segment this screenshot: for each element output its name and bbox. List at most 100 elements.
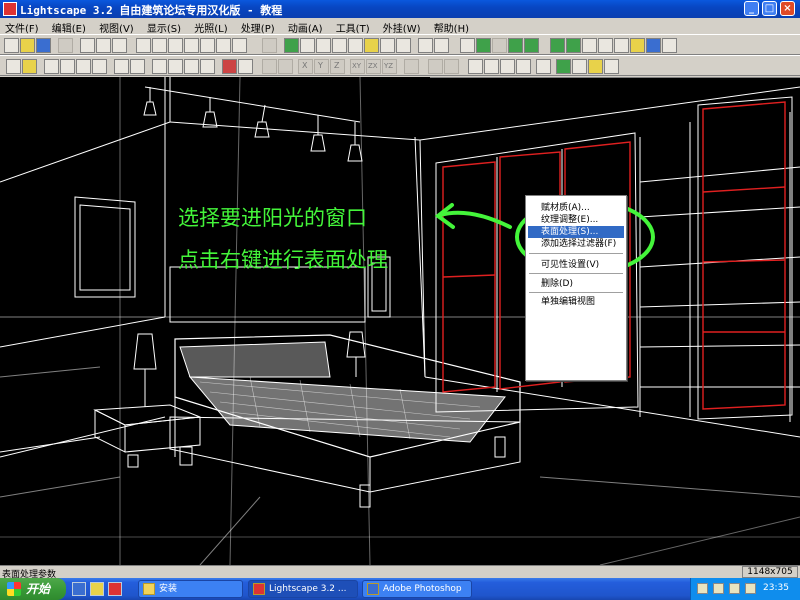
green-cube-icon[interactable] [508, 38, 523, 53]
pencil-icon[interactable] [598, 38, 613, 53]
open-folder-icon[interactable] [20, 38, 35, 53]
menu-file[interactable]: 文件(F) [0, 18, 44, 35]
quicklaunch-folder-icon[interactable] [90, 582, 104, 596]
material-icon[interactable] [566, 38, 581, 53]
pan-icon[interactable] [348, 38, 363, 53]
zoom-icon[interactable] [332, 38, 347, 53]
context-menu-delete[interactable]: 删除(D) [528, 278, 624, 290]
translate-icon[interactable] [262, 59, 277, 74]
menu-light[interactable]: 光照(L) [189, 18, 232, 35]
light-icon[interactable] [614, 38, 629, 53]
add-vertex-icon[interactable] [222, 59, 237, 74]
sun-icon[interactable] [630, 38, 645, 53]
zoom-in-icon[interactable] [300, 38, 315, 53]
run-icon[interactable] [500, 59, 515, 74]
tray-icon-1[interactable] [697, 583, 708, 594]
lightscape-app-icon[interactable] [3, 2, 17, 16]
cube-view-5-icon[interactable] [216, 38, 231, 53]
context-menu-visibility[interactable]: 可见性设置(V) [528, 259, 624, 271]
task-install[interactable]: 安装 [138, 580, 243, 598]
menu-view[interactable]: 视图(V) [94, 18, 139, 35]
layers-icon[interactable] [582, 38, 597, 53]
arrow-right-icon[interactable] [444, 59, 459, 74]
minimize-button[interactable]: _ [744, 1, 759, 16]
layer-2-icon[interactable] [572, 59, 587, 74]
save-icon[interactable] [36, 38, 51, 53]
quicklaunch-ie-icon[interactable] [72, 582, 86, 596]
zoom-all-icon[interactable] [418, 38, 433, 53]
menu-tools[interactable]: 工具(T) [331, 18, 375, 35]
zoom-out-icon[interactable] [434, 38, 449, 53]
clock[interactable]: 23:35 [763, 583, 789, 593]
cube-view-3-icon[interactable] [184, 38, 199, 53]
rotate-icon[interactable] [380, 38, 395, 53]
context-menu-edit-view[interactable]: 单独编辑视图 [528, 296, 624, 308]
plane-yz-button[interactable]: YZ [382, 59, 397, 74]
height-icon[interactable] [536, 59, 551, 74]
orbit-icon[interactable] [396, 38, 411, 53]
globe-icon[interactable] [646, 38, 661, 53]
context-menu-surface-processing[interactable]: 表面处理(S)... [528, 226, 624, 238]
tray-icon-2[interactable] [713, 583, 724, 594]
maximize-button[interactable]: □ [762, 1, 777, 16]
move-icon[interactable] [152, 59, 167, 74]
menu-plugins[interactable]: 外挂(W) [378, 18, 426, 35]
wireframe-icon[interactable] [460, 38, 475, 53]
select-light-icon[interactable] [22, 59, 37, 74]
menu-animation[interactable]: 动画(A) [283, 18, 328, 35]
copy-icon[interactable] [114, 59, 129, 74]
scale-icon[interactable] [200, 59, 215, 74]
paste-icon[interactable] [130, 59, 145, 74]
select-block-icon[interactable] [92, 59, 107, 74]
select-window-icon[interactable] [60, 59, 75, 74]
fly-icon[interactable] [484, 59, 499, 74]
context-menu-add-filter[interactable]: 添加选择过滤器(F) [528, 238, 624, 250]
camera-icon[interactable] [516, 59, 531, 74]
arrow-left-icon[interactable] [428, 59, 443, 74]
tray-volume-icon[interactable] [745, 583, 756, 594]
menu-display[interactable]: 显示(S) [142, 18, 186, 35]
render-icon[interactable] [662, 38, 677, 53]
mirror-icon[interactable] [184, 59, 199, 74]
snap-icon[interactable] [238, 59, 253, 74]
menu-process[interactable]: 处理(P) [236, 18, 280, 35]
layer-1-icon[interactable] [556, 59, 571, 74]
print-icon[interactable] [80, 38, 95, 53]
plane-zx-button[interactable]: ZX [366, 59, 381, 74]
title-bar[interactable]: Lightscape 3.2 自由建筑论坛专用汉化版 - 教程 _ □ × [0, 0, 800, 18]
plane-xy-button[interactable]: XY [350, 59, 365, 74]
solid-icon[interactable] [476, 38, 491, 53]
align-icon[interactable] [404, 59, 419, 74]
axis-z-button[interactable]: Z [330, 59, 345, 74]
context-help-icon[interactable] [112, 38, 127, 53]
tray-icon-3[interactable] [729, 583, 740, 594]
select-object-icon[interactable] [44, 59, 59, 74]
texture-icon[interactable] [550, 38, 565, 53]
axis-x-button[interactable]: X [298, 59, 313, 74]
measure-icon[interactable] [364, 38, 379, 53]
menu-help[interactable]: 帮助(H) [429, 18, 474, 35]
rotate-axis-icon[interactable] [278, 59, 293, 74]
close-button[interactable]: × [780, 1, 795, 16]
cube-view-6-icon[interactable] [232, 38, 247, 53]
3d-viewport[interactable]: 选择要进阳光的窗口 点击右键进行表面处理 赋材质(A)... 纹理调整(E)..… [0, 77, 800, 565]
walk-icon[interactable] [468, 59, 483, 74]
new-file-icon[interactable] [4, 38, 19, 53]
axis-y-button[interactable]: Y [314, 59, 329, 74]
layer-4-icon[interactable] [604, 59, 619, 74]
context-menu-texture-adjust[interactable]: 纹理调整(E)... [528, 214, 624, 226]
layer-3-icon[interactable] [588, 59, 603, 74]
pointer-icon[interactable] [6, 59, 21, 74]
cube-view-2-icon[interactable] [168, 38, 183, 53]
zoom-window-icon[interactable] [316, 38, 331, 53]
select-surface-icon[interactable] [76, 59, 91, 74]
stretch-icon[interactable] [168, 59, 183, 74]
cube-view-1-icon[interactable] [152, 38, 167, 53]
blank-icon[interactable] [492, 38, 507, 53]
cube-view-4-icon[interactable] [200, 38, 215, 53]
undo-icon[interactable] [58, 38, 73, 53]
menu-edit[interactable]: 编辑(E) [47, 18, 91, 35]
shaded-cube-icon[interactable] [524, 38, 539, 53]
task-lightscape[interactable]: Lightscape 3.2 ... [248, 580, 358, 598]
select-tool-icon[interactable] [136, 38, 151, 53]
